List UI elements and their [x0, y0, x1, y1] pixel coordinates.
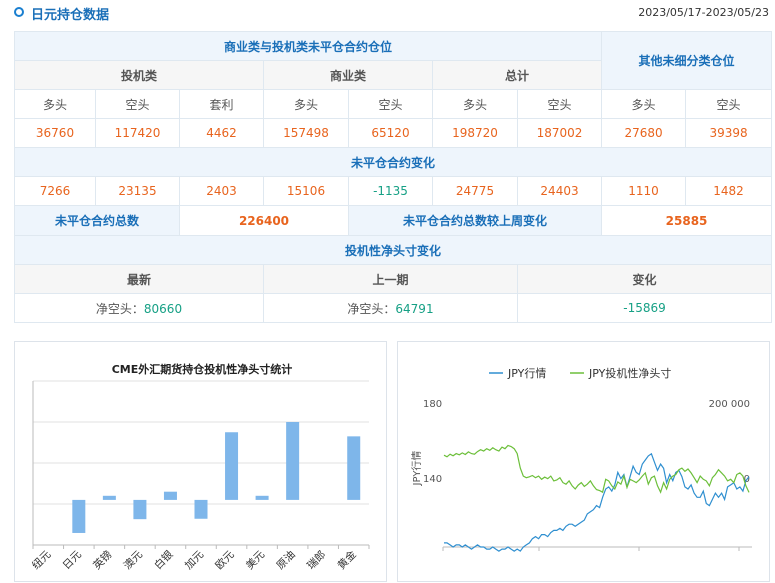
- line-chart-panel: JPY行情 JPY投机性净头寸 180 140 200 000 0 JPY行情: [397, 341, 770, 582]
- left-tick-label: 140: [423, 474, 442, 485]
- position-value: 39398: [685, 118, 773, 148]
- net-latest: 净空头：80660: [14, 293, 264, 323]
- net-prev: 净空头：64791: [263, 293, 518, 323]
- group-speculative: 投机类: [14, 60, 264, 90]
- circle-icon: [14, 7, 24, 17]
- sub-header: 套利: [179, 89, 264, 119]
- right-tick-label: 200 000: [709, 399, 750, 410]
- position-value: 117420: [95, 118, 180, 148]
- sub-header: 空头: [95, 89, 180, 119]
- position-value: 27680: [601, 118, 687, 148]
- net-prev-label: 净空头：: [347, 301, 396, 316]
- x-tick-label: 加元: [183, 548, 207, 572]
- x-tick-label: 原油: [274, 548, 298, 572]
- x-tick-label: 黄金: [335, 548, 359, 572]
- date-range: 2023/05/17-2023/05/23: [638, 6, 769, 19]
- series-line: [443, 444, 750, 494]
- x-tick-label: 日元: [61, 548, 85, 572]
- x-tick-label: 欧元: [213, 548, 237, 572]
- x-tick-label: 瑞郎: [304, 548, 328, 572]
- bar-chart: CME外汇期货持仓投机性净头寸统计 纽元 日元 英镑 澳元 白银 加元 欧元 美元 原油 瑞郎 黄金: [29, 362, 370, 572]
- bar: [102, 495, 116, 500]
- bar: [72, 499, 86, 533]
- bar: [194, 499, 208, 519]
- change-value: 24403: [516, 176, 603, 206]
- bar: [347, 436, 361, 500]
- bar: [255, 495, 269, 500]
- position-value: 198720: [432, 118, 518, 148]
- net-prev-value: 64791: [395, 301, 434, 316]
- change-value: 1482: [685, 176, 773, 206]
- net-header-change: 变化: [516, 264, 773, 294]
- x-tick-label: 白银: [152, 548, 176, 572]
- table-main-title: 商业类与投机类未平仓合约仓位: [13, 31, 603, 61]
- section-header: 日元持仓数据 2023/05/17-2023/05/23: [0, 0, 775, 26]
- group-commercial: 商业类: [263, 60, 433, 90]
- section-title: 日元持仓数据: [31, 8, 110, 23]
- net-header-prev: 上一期: [263, 264, 518, 294]
- net-change-value: -15869: [516, 293, 773, 323]
- change-value: -1135: [348, 176, 433, 206]
- change-value: 1110: [601, 176, 687, 206]
- sub-header: 多头: [601, 89, 687, 119]
- legend-label: JPY行情: [507, 367, 546, 380]
- bar: [225, 432, 239, 500]
- x-tick-label: 英镑: [90, 548, 114, 572]
- oi-change-label: 未平仓合约总数较上周变化: [347, 205, 603, 236]
- change-title: 未平仓合约变化: [13, 147, 773, 177]
- sub-header: 空头: [516, 89, 603, 119]
- position-value: 65120: [348, 118, 433, 148]
- x-tick-label: 美元: [243, 548, 267, 572]
- sub-header: 多头: [14, 89, 96, 119]
- bar-chart-panel: CME外汇期货持仓投机性净头寸统计 纽元 日元 英镑 澳元 白银 加元 欧元 美元 原油 瑞郎 黄金: [14, 341, 387, 582]
- position-value: 4462: [179, 118, 264, 148]
- table-other-title: 其他未细分类仓位: [601, 31, 773, 90]
- sub-header: 多头: [432, 89, 518, 119]
- bar: [286, 422, 300, 500]
- series-line: [444, 452, 750, 552]
- change-value: 7266: [14, 176, 96, 206]
- bar-chart-title: CME外汇期货持仓投机性净头寸统计: [112, 362, 293, 376]
- x-tick-label: 纽元: [29, 548, 53, 572]
- group-total: 总计: [431, 60, 603, 90]
- y-axis-label: JPY行情: [410, 451, 423, 487]
- change-value: 24775: [432, 176, 518, 206]
- net-latest-value: 80660: [143, 301, 183, 316]
- net-title: 投机性净头寸变化: [13, 235, 773, 265]
- change-value: 2403: [179, 176, 264, 206]
- sub-header: 多头: [263, 89, 349, 119]
- oi-total-value: 226400: [179, 205, 349, 236]
- line-chart: JPY行情 JPY投机性净头寸180140200 0000JPY行情: [410, 366, 752, 552]
- position-value: 157498: [263, 118, 349, 148]
- change-value: 23135: [95, 176, 180, 206]
- position-value: 187002: [516, 118, 603, 148]
- legend-label: JPY投机性净头寸: [588, 366, 671, 380]
- bar: [133, 499, 147, 520]
- sub-header: 空头: [685, 89, 773, 119]
- change-value: 15106: [263, 176, 349, 206]
- positions-table: 商业类与投机类未平仓合约仓位 其他未细分类仓位 投机类 商业类 总计 多头 空头…: [13, 31, 773, 323]
- position-value: 36760: [14, 118, 96, 148]
- oi-total-label: 未平仓合约总数: [14, 205, 180, 236]
- oi-change-value: 25885: [601, 205, 773, 236]
- sub-header: 空头: [348, 89, 433, 119]
- bar: [163, 491, 177, 500]
- net-latest-label: 净空头：: [95, 301, 144, 316]
- net-header-latest: 最新: [14, 264, 264, 294]
- x-tick-label: 澳元: [121, 548, 145, 572]
- left-tick-label: 180: [423, 399, 442, 410]
